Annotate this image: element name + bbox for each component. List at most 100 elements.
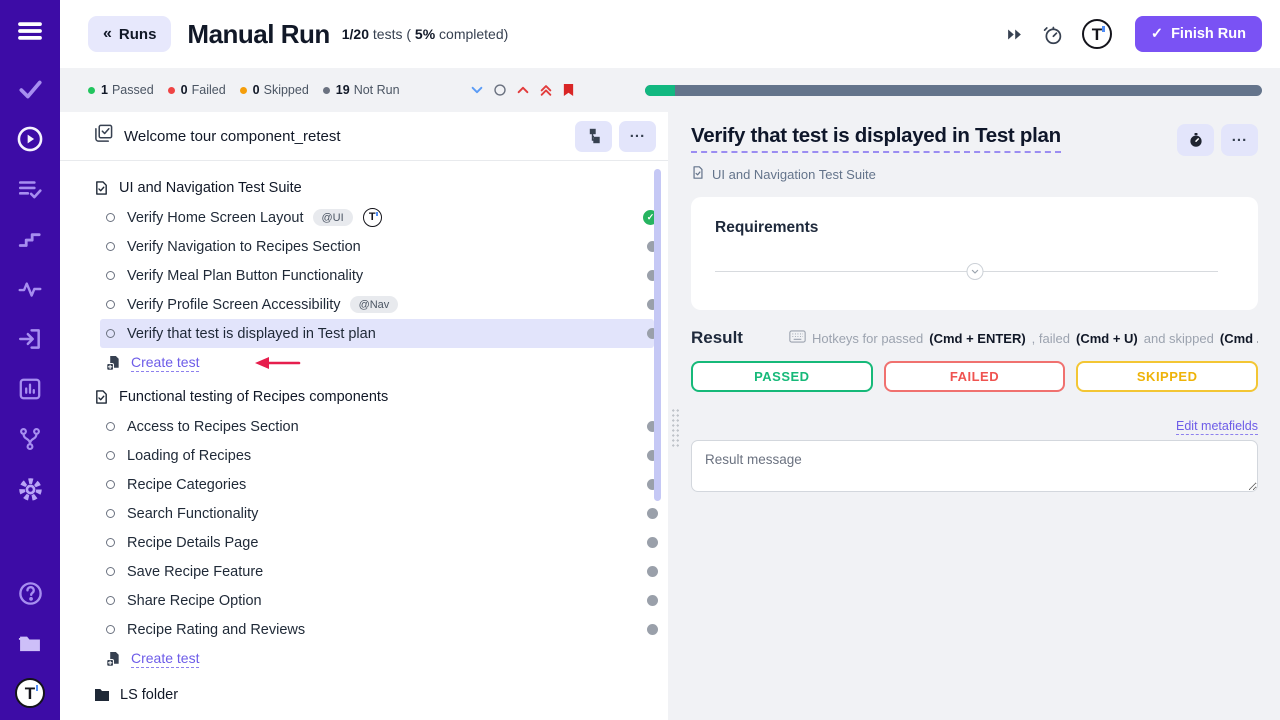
tree-suite-row[interactable]: Functional testing of Recipes components	[60, 382, 668, 412]
tree-test-row[interactable]: Loading of Recipes	[100, 441, 654, 470]
tree-suite-row[interactable]: UI and Navigation Test Suite	[60, 173, 668, 203]
test-bullet-icon	[106, 567, 115, 576]
run-progress-summary: 1/20 tests ( 5% completed)	[342, 26, 509, 42]
create-label[interactable]: Create test	[131, 650, 199, 668]
notrun-status-icon	[647, 566, 658, 577]
tree-header: Welcome tour component_retest ...	[60, 112, 668, 161]
suite-document-icon	[94, 389, 109, 405]
topbar: « Runs Manual Run 1/20 tests ( 5% comple…	[60, 0, 1280, 68]
file-plus-icon	[106, 651, 121, 667]
tree-test-row[interactable]: Recipe Details Page	[100, 528, 654, 557]
passed-button[interactable]: PASSED	[691, 361, 873, 392]
suite-tree-view-button[interactable]	[575, 121, 612, 152]
test-bullet-icon	[106, 596, 115, 605]
skipped-button[interactable]: SKIPPED	[1076, 361, 1258, 392]
tree-test-row[interactable]: Verify Meal Plan Button Functionality	[100, 261, 654, 290]
more-options-icon[interactable]: ...	[1221, 124, 1258, 156]
tree-test-row[interactable]: Recipe Rating and Reviews	[100, 615, 654, 644]
result-message-input[interactable]	[691, 440, 1258, 492]
stopwatch-icon[interactable]	[1177, 124, 1214, 156]
test-bullet-icon	[106, 538, 115, 547]
run-progress-bar	[645, 85, 1262, 96]
tree-test-row[interactable]: Verify Profile Screen Accessibility@Nav	[100, 290, 654, 319]
tree-test-row[interactable]: Access to Recipes Section	[100, 412, 654, 441]
tree-folder-row[interactable]: LS folder	[60, 680, 668, 710]
test-label: Share Recipe Option	[127, 593, 262, 609]
chevron-up-icon[interactable]	[516, 83, 530, 97]
stat-skipped: 0Skipped	[240, 83, 309, 97]
test-tree-panel: Welcome tour component_retest ... UI and…	[60, 112, 668, 720]
logo-icon[interactable]: T	[13, 676, 47, 710]
notrun-status-icon	[647, 508, 658, 519]
annotation-arrow-icon	[243, 356, 301, 374]
check-icon[interactable]	[13, 72, 47, 106]
tag-badge: @UI	[313, 209, 353, 226]
test-bullet-icon	[106, 213, 115, 222]
help-icon[interactable]	[13, 576, 47, 610]
tree-scrollbar[interactable]	[654, 169, 661, 501]
hotkeys-hint: Hotkeys for passed(Cmd + ENTER) , failed…	[789, 330, 1258, 346]
panel-resize-handle[interactable]	[671, 408, 680, 448]
test-label: Verify Profile Screen Accessibility	[127, 297, 341, 313]
project-logo-icon[interactable]: T	[1080, 17, 1114, 51]
breadcrumb[interactable]: UI and Navigation Test Suite	[691, 165, 1258, 183]
create-label[interactable]: Create test	[131, 354, 199, 372]
status-row: 1Passed 0Failed 0Skipped 19Not Run	[60, 68, 1280, 112]
timer-icon[interactable]	[1040, 22, 1065, 47]
finish-run-button[interactable]: ✓ Finish Run	[1135, 16, 1262, 52]
metafields-row: Edit metafields	[691, 417, 1258, 435]
file-plus-icon	[106, 355, 121, 371]
branch-icon[interactable]	[13, 422, 47, 456]
tree-test-row[interactable]: Recipe Categories	[100, 470, 654, 499]
tree-create-row[interactable]: Create test	[60, 644, 668, 674]
tree-test-row[interactable]: Verify Navigation to Recipes Section	[100, 232, 654, 261]
tree-test-row[interactable]: Verify Home Screen Layout@UIT✓	[100, 203, 654, 232]
folder-icon[interactable]	[13, 626, 47, 660]
activity-icon[interactable]	[13, 272, 47, 306]
breadcrumb-suite: UI and Navigation Test Suite	[712, 167, 876, 182]
result-title: Result	[691, 328, 743, 348]
tree-test-row[interactable]: Verify that test is displayed in Test pl…	[100, 319, 654, 348]
test-label: Verify Meal Plan Button Functionality	[127, 268, 363, 284]
sign-in-icon[interactable]	[13, 322, 47, 356]
menu-icon[interactable]	[13, 14, 47, 48]
testomat-logo: T	[15, 678, 45, 708]
notrun-status-icon	[647, 537, 658, 548]
chevrons-up-icon[interactable]	[539, 83, 553, 97]
play-circle-icon[interactable]	[13, 122, 47, 156]
failed-dot-icon	[168, 87, 175, 94]
list-check-icon[interactable]	[13, 172, 47, 206]
circle-icon[interactable]	[493, 83, 507, 97]
fast-forward-icon[interactable]	[1004, 24, 1025, 45]
chevron-down-icon[interactable]	[470, 83, 484, 97]
back-to-runs-button[interactable]: « Runs	[88, 16, 171, 52]
test-bullet-icon	[106, 451, 115, 460]
edit-metafields-link[interactable]: Edit metafields	[1176, 419, 1258, 435]
tests-count: 1/20	[342, 26, 369, 42]
tree-test-row[interactable]: Save Recipe Feature	[100, 557, 654, 586]
result-buttons: PASSED FAILED SKIPPED	[691, 361, 1258, 392]
app-window: T « Runs Manual Run 1/20 tests ( 5% comp…	[0, 0, 1280, 720]
skipped-dot-icon	[240, 87, 247, 94]
bar-chart-icon[interactable]	[13, 372, 47, 406]
tree-suite-row[interactable]: 0.0UI and Navigation Test Suite	[60, 714, 668, 720]
tree-test-row[interactable]: Search Functionality	[100, 499, 654, 528]
run-name: Welcome tour component_retest	[124, 128, 341, 145]
tree-create-row[interactable]: Create test	[60, 348, 668, 378]
test-bullet-icon	[106, 329, 115, 338]
test-bullet-icon	[106, 422, 115, 431]
suite-document-icon	[94, 180, 109, 196]
folder-label: LS folder	[120, 687, 178, 703]
bookmark-icon[interactable]	[562, 83, 575, 97]
tree-body: UI and Navigation Test SuiteVerify Home …	[60, 161, 668, 720]
steps-icon[interactable]	[13, 222, 47, 256]
test-bullet-icon	[106, 509, 115, 518]
failed-button[interactable]: FAILED	[884, 361, 1066, 392]
automated-test-logo-icon: T	[363, 208, 382, 227]
gear-icon[interactable]	[13, 472, 47, 506]
notrun-status-icon	[647, 595, 658, 606]
expand-requirements-icon[interactable]	[966, 263, 983, 280]
test-title[interactable]: Verify that test is displayed in Test pl…	[691, 124, 1061, 153]
tree-test-row[interactable]: Share Recipe Option	[100, 586, 654, 615]
more-options-icon[interactable]: ...	[619, 121, 656, 152]
